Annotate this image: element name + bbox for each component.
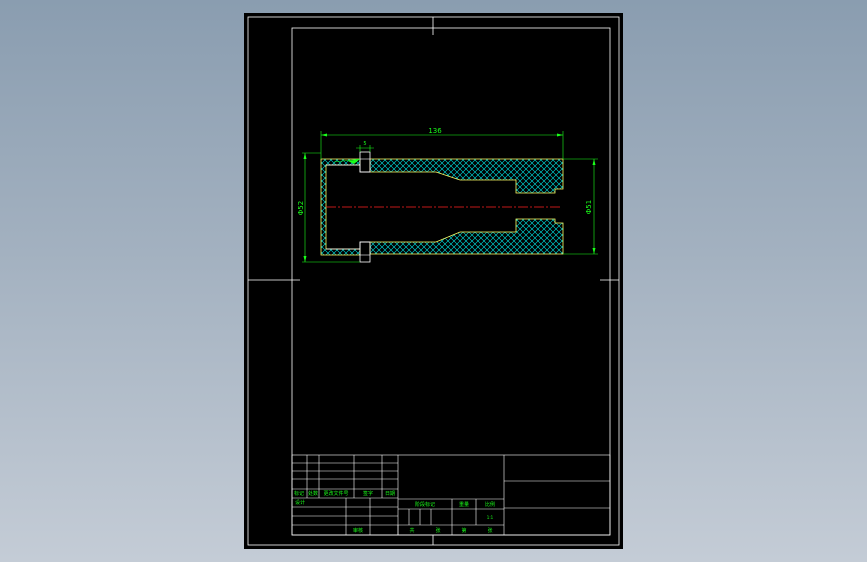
tb-review: 审核 (353, 527, 363, 534)
section-wall-top (369, 158, 564, 194)
inner-frame (291, 27, 611, 536)
tb-stage-mark: 阶段标记 (415, 501, 435, 508)
outer-frame (247, 16, 620, 546)
dim-right-arrow-top (592, 159, 596, 165)
tb-sheets-1: 张 (435, 527, 440, 534)
tb-total: 共 (409, 527, 414, 534)
tb-scale-value: 1:1 (487, 515, 494, 520)
collar-top (359, 151, 371, 173)
tb-change-doc: 更改文件号 (323, 490, 348, 497)
tb-date: 日期 (385, 491, 395, 497)
tb-sheet-no: 第 (461, 527, 466, 534)
tb-mark: 标记 (294, 490, 304, 497)
dim-left-label: Φ52 (297, 201, 305, 215)
dim-right-arrow-bottom (592, 248, 596, 254)
cad-viewport[interactable]: 136 5 Φ52 Φ51 标记 处数 更改文件号 签字 日期 设计 审核 阶段… (0, 0, 867, 562)
dim-length-label: 136 (428, 127, 442, 135)
tb-design: 设计 (295, 499, 305, 506)
tb-sign: 签字 (363, 490, 373, 497)
tb-sheets-2: 张 (487, 527, 492, 534)
dim-length-arrow-left (321, 133, 327, 137)
drawing-canvas: 136 5 Φ52 Φ51 标记 处数 更改文件号 签字 日期 设计 审核 阶段… (247, 16, 620, 546)
dim-left-arrow-top (303, 153, 307, 159)
tb-weight: 重量 (459, 501, 469, 508)
drawing-sheet: 136 5 Φ52 Φ51 标记 处数 更改文件号 签字 日期 设计 审核 阶段… (244, 13, 623, 549)
tb-scale-label: 比例 (485, 501, 495, 508)
dim-right-label: Φ51 (585, 200, 593, 214)
dim-length-arrow-right (557, 133, 563, 137)
dim-left-arrow-bottom (303, 256, 307, 262)
tb-count: 处数 (308, 490, 318, 497)
section-wall-bottom (369, 218, 564, 255)
dim-step-label: 5 (363, 141, 366, 147)
collar-bottom (359, 241, 371, 263)
